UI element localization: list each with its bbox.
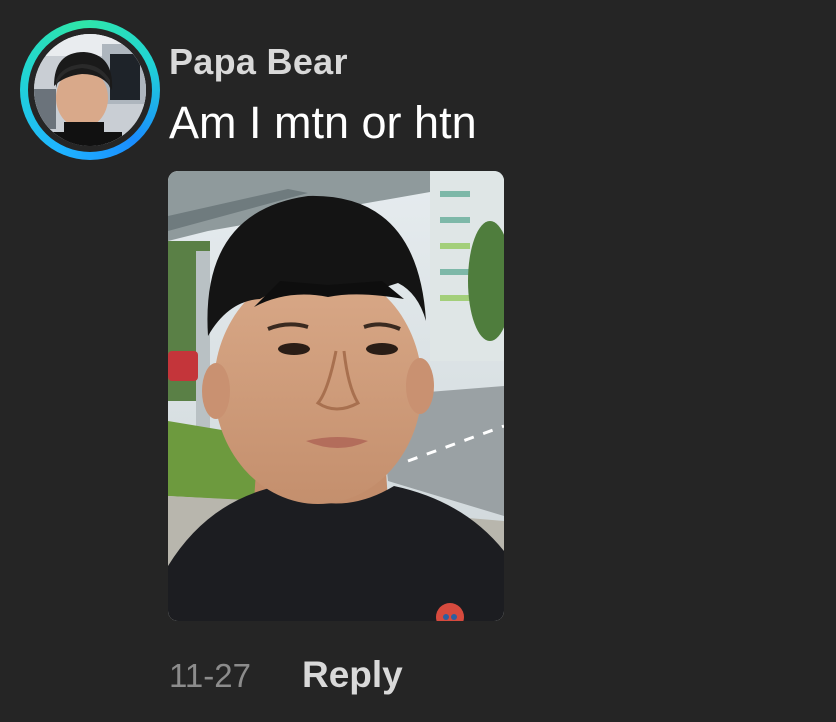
comment-date: 11-27 [169,657,251,694]
comment-photo[interactable] [168,171,504,621]
avatar-ring[interactable] [20,20,160,160]
avatar[interactable] [34,34,146,146]
username[interactable]: Papa Bear [169,40,348,84]
comment-item: Papa Bear Am I mtn or htn 11-27 Reply [0,0,836,722]
reply-button[interactable]: Reply [302,652,403,698]
comment-text: Am I mtn or htn [169,97,477,148]
avatar-image [34,34,146,146]
photo-image [168,171,504,621]
avatar-frame [28,28,152,152]
